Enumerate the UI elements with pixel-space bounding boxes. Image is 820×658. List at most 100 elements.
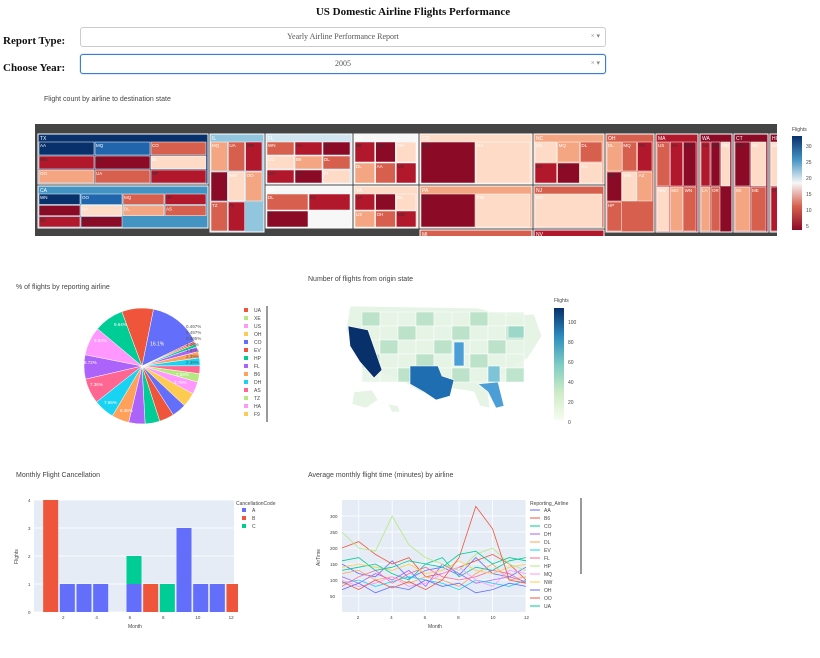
legend-label: EV (544, 548, 551, 554)
pie-legend-label: US (254, 324, 262, 330)
legend-label: A (252, 508, 256, 514)
map-state (505, 367, 525, 383)
page-title: US Domestic Airline Flights Performance (315, 6, 511, 18)
colorbar-scale (792, 136, 802, 230)
clear-icon[interactable]: × (591, 32, 595, 40)
choose-year-dropdown[interactable]: 2005 × ▾ (80, 54, 606, 74)
treemap-airline-LA (700, 186, 711, 232)
treemap-airline-label: WN (685, 188, 693, 193)
treemap-airline-label: OR (712, 188, 720, 193)
legend-label: DH (544, 532, 552, 538)
pie-slice-label: 8.72% (84, 360, 97, 365)
bar-A (193, 584, 209, 612)
clear-icon[interactable]: × (591, 59, 595, 67)
treemap-airline-label: DL (152, 157, 158, 162)
y-tick-label: 1 (28, 582, 31, 587)
report-type-dropdown[interactable]: Yearly Airline Performance Report × ▾ (80, 27, 606, 47)
treemap-state-label: OH (608, 136, 616, 142)
legend-label: B6 (544, 516, 550, 522)
pie-chart[interactable]: 16.1%0.497%0.497%0.895%1.49%1.89%2.39%2.… (72, 300, 232, 430)
treemap-state-label: NC (536, 136, 544, 142)
pie-slice-label: 9.03% (94, 338, 107, 343)
treemap-airline-label: DL (268, 195, 274, 200)
treemap-airline-label: OO (422, 143, 430, 148)
pie-legend-swatch (244, 412, 248, 416)
pie-legend-swatch (244, 340, 248, 344)
bar-A (59, 584, 75, 612)
colorbar-tick: 100 (568, 320, 577, 326)
x-tick-label: 6 (129, 615, 132, 620)
pie-outside-label: 0.497% (186, 330, 201, 335)
treemap-chart[interactable]: TXAA MQ COWN XE DLOO UA HPCAWN OO MQ HPAA UA DL ASB6… (35, 124, 777, 236)
treemap-airline-US (656, 141, 670, 187)
treemap-airline-label: HP (608, 203, 614, 208)
treemap-airline-label: CO (152, 143, 159, 148)
treemap-airline-label: AA (377, 195, 383, 200)
line-legend[interactable]: Reporting_AirlineAA B6 CO DH DL EV FL HP MQ NW OH O… (528, 498, 588, 614)
treemap-airline-label: OH (397, 143, 404, 148)
treemap-airline-label: NW (608, 173, 616, 178)
treemap-airline-label: WN (268, 143, 276, 148)
treemap-airline-label: DL (581, 143, 587, 148)
treemap-airline-label: NW (658, 188, 666, 193)
legend-swatch (242, 508, 246, 512)
treemap-airline-label: EV (536, 164, 542, 169)
pie-legend-label: UA (254, 308, 262, 314)
map-colorbar: Flights 100 80 60 40 20 0 (554, 298, 577, 424)
treemap-airline-label: FL (268, 212, 274, 217)
pie-title: % of flights by reporting airline (16, 284, 110, 291)
chevron-down-icon[interactable]: ▾ (596, 59, 600, 67)
bar-B (143, 584, 159, 612)
treemap-airline-IA (770, 186, 777, 232)
pie-outside-label: 2.39% (186, 354, 199, 359)
map-state (505, 353, 525, 369)
pie-slice-label: 16.1% (150, 341, 165, 347)
colorbar-tick: 20 (568, 400, 574, 406)
treemap-airline-label: DL (124, 206, 130, 211)
treemap-airline-label: B6 (296, 157, 302, 162)
map-state (379, 339, 399, 355)
pie-legend-label: XE (254, 316, 261, 322)
treemap-airline-label: OO (40, 171, 48, 176)
treemap-state-label: GA (268, 188, 276, 194)
legend-label: FL (544, 556, 550, 562)
pie-legend-label: CO (254, 340, 262, 346)
treemap-airline-label: LA (702, 188, 708, 193)
treemap-airline-label: US (296, 171, 302, 176)
map-state (361, 311, 381, 327)
chevron-down-icon[interactable]: ▾ (596, 32, 600, 40)
dropdown-controls: × ▾ (591, 55, 600, 72)
line-chart[interactable]: 300 250 200 150 100 50 2 4 6 8 10 12 Month AirTime (300, 494, 530, 630)
report-type-label: Report Type: (3, 35, 66, 47)
treemap-airline-FW (475, 193, 531, 228)
map-state (451, 311, 471, 327)
treemap-airline-label: US (422, 195, 428, 200)
bar-legend[interactable]: CancellationCodeABC (236, 498, 300, 534)
treemap-airline-OO (38, 169, 95, 184)
treemap-airline-label: DL (608, 143, 614, 148)
pie-legend[interactable]: UA XE US OH CO EV HP FL B6 DH AS TZ HA F9 (240, 306, 274, 424)
map-state (415, 339, 435, 355)
dropdown-controls: × ▾ (591, 28, 600, 45)
treemap-airline-label: AA (581, 164, 587, 169)
us-choropleth-map[interactable] (338, 296, 550, 416)
map-title: Number of flights from origin state (308, 276, 414, 283)
pie-legend-label: F9 (254, 412, 260, 418)
legend-label: HP (544, 564, 552, 570)
treemap-airline-label: HP (152, 171, 158, 176)
legend-label: CO (544, 524, 552, 530)
treemap-airline-label: EV (324, 143, 330, 148)
treemap-airline-label: OO (82, 195, 90, 200)
treemap-airline-XE (94, 155, 151, 170)
map-state (487, 325, 507, 341)
treemap-airline-AS (700, 141, 711, 187)
map-state (433, 339, 453, 355)
bar-chart[interactable]: 012342 4 6 8 10 12MonthFlights (12, 494, 238, 630)
pie-slice-label: 6.36% (120, 408, 133, 413)
map-state (415, 311, 435, 327)
treemap-airline-label: HP (166, 195, 172, 200)
treemap-airline-label: EV (310, 195, 316, 200)
y-tick-label: 0 (28, 610, 31, 615)
treemap-airline-label: FL (229, 203, 235, 208)
pie-legend-label: EV (254, 348, 261, 354)
